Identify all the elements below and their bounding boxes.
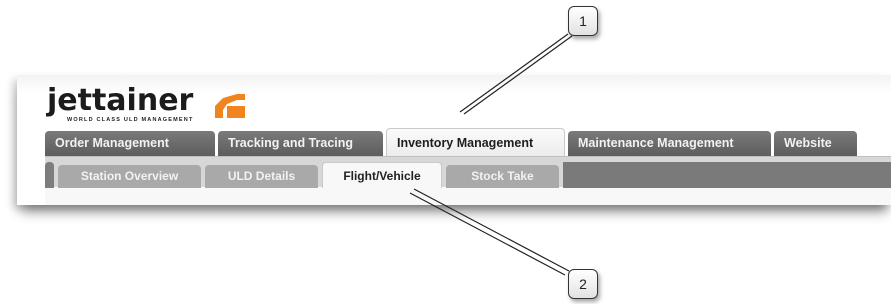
- callout-1: 1: [568, 6, 598, 36]
- callout-1-leader-shadow: [463, 35, 573, 115]
- callout-leader-lines: [409, 33, 573, 276]
- callout-2-leader-shadow: [409, 192, 566, 276]
- callout-2: 2: [568, 269, 598, 299]
- callout-2-leader: [413, 188, 570, 272]
- callout-1-leader: [459, 33, 569, 113]
